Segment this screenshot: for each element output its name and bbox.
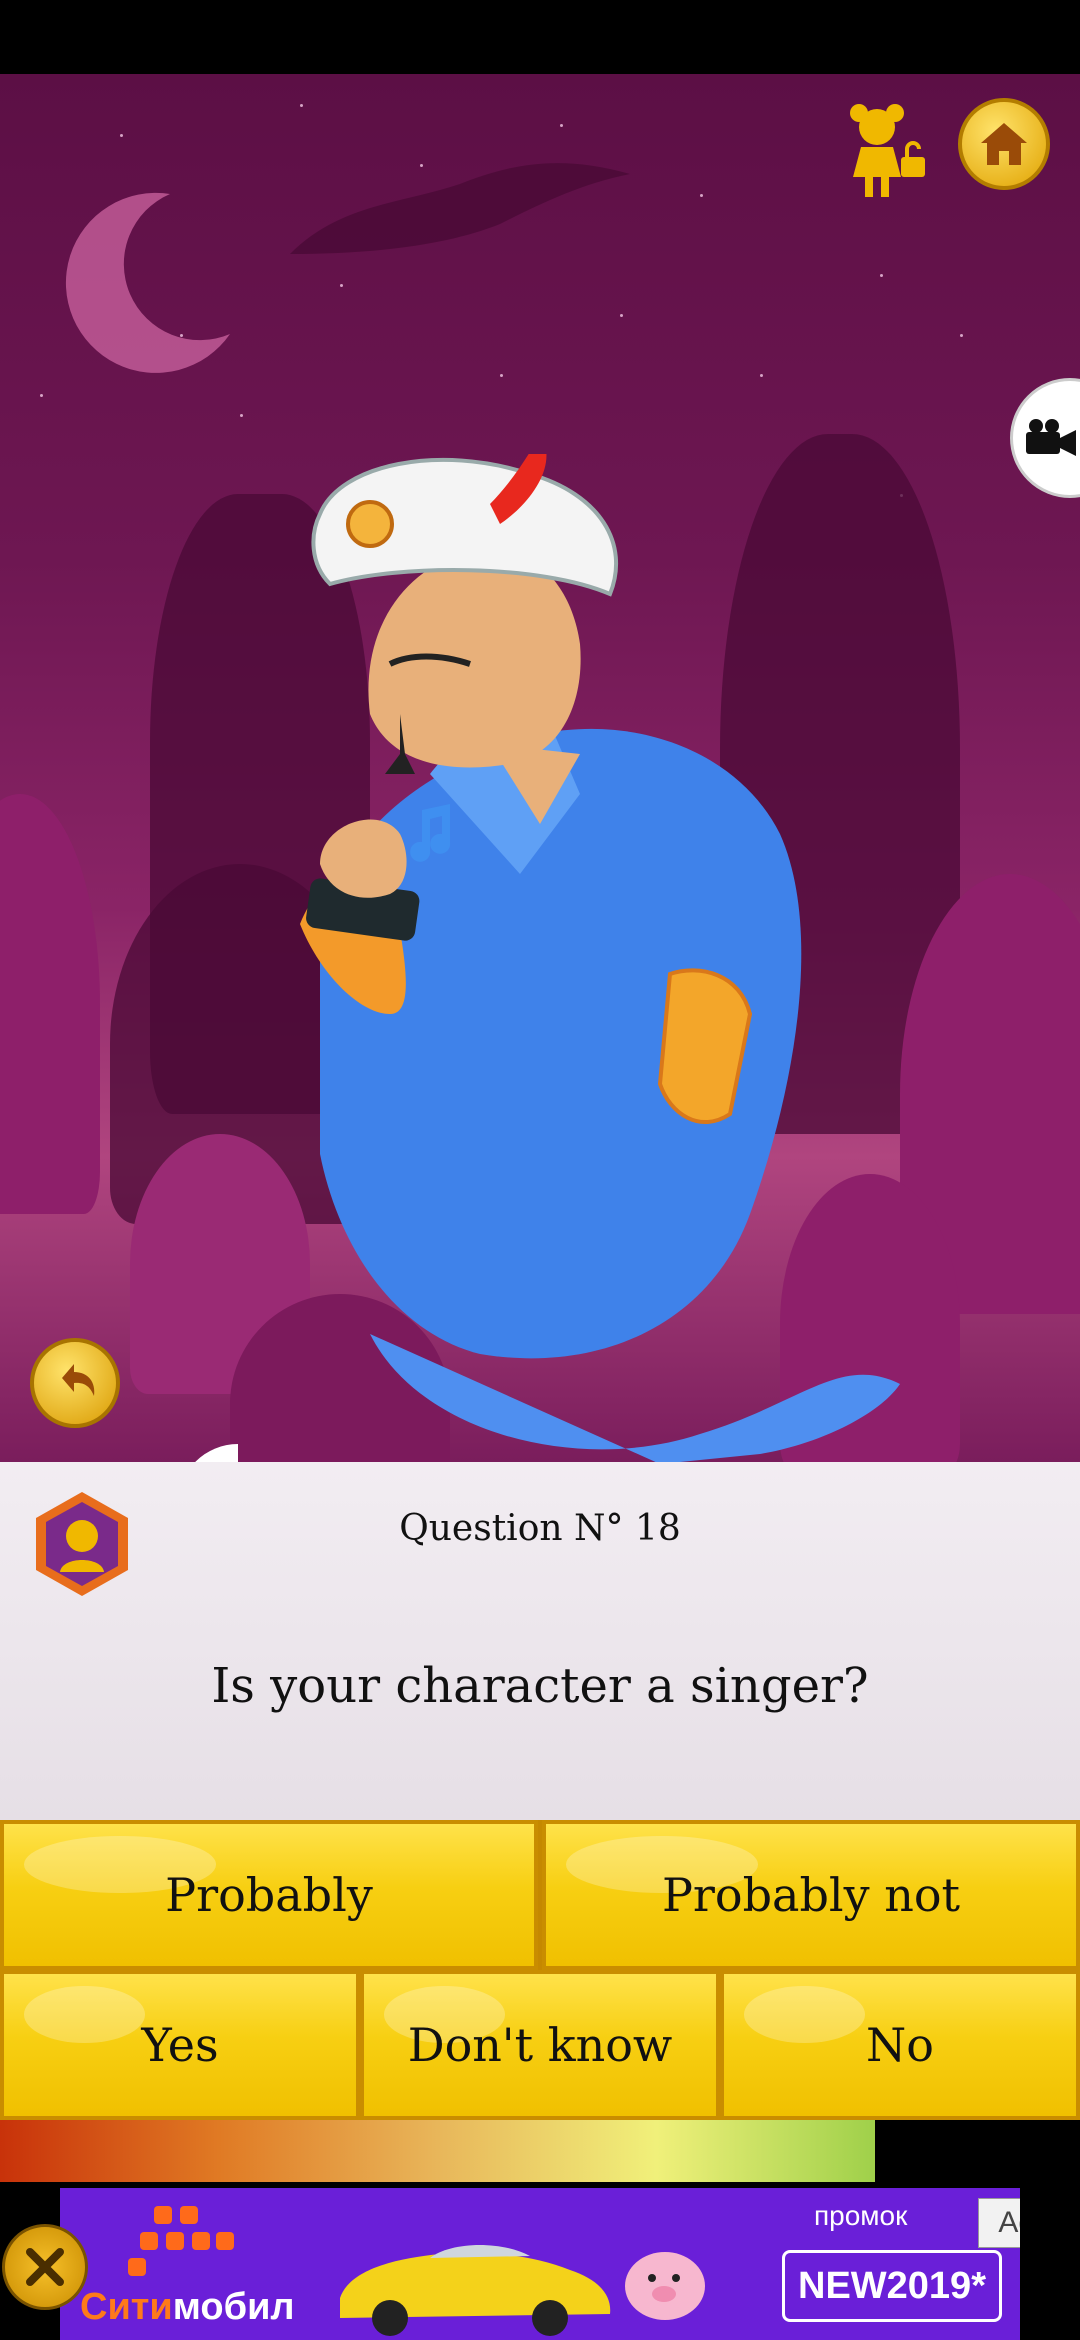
taxi-car-image xyxy=(340,2244,611,2336)
ad-promo-label: промок xyxy=(814,2200,908,2231)
taxi-dots-logo xyxy=(128,2206,234,2276)
dome-left xyxy=(0,794,100,1214)
answer-yes-button[interactable]: Yes xyxy=(0,1970,360,2120)
ad-choices-button[interactable]: Ad ⌄ xyxy=(978,2198,1020,2248)
ad-choices-label: Ad xyxy=(998,2206,1020,2239)
ad-brand-part2: мобил xyxy=(172,2286,295,2328)
question-panel: Question N° 18 Is your character a singe… xyxy=(0,1462,1080,1820)
answer-probably-label: Probably xyxy=(165,1868,373,1922)
genie-scene xyxy=(0,74,1080,1462)
answer-probably-not-button[interactable]: Probably not xyxy=(542,1820,1080,1970)
answer-no-label: No xyxy=(866,2018,934,2072)
answer-yes-label: Yes xyxy=(141,2018,219,2072)
undo-icon xyxy=(62,1364,95,1396)
answer-probably-not-label: Probably not xyxy=(661,1868,961,1922)
status-bar xyxy=(0,0,1080,74)
question-text: Is your character a singer? xyxy=(211,1658,869,1714)
video-camera-icon xyxy=(1026,419,1076,456)
answer-dont-know-label: Don't know xyxy=(407,2018,673,2072)
video-button[interactable] xyxy=(1010,378,1080,498)
crescent-moon xyxy=(65,192,231,373)
flying-silhouette xyxy=(290,163,630,254)
home-icon xyxy=(981,123,1027,165)
music-note-icon xyxy=(410,804,451,862)
answer-probably-button[interactable]: Probably xyxy=(0,1820,538,1970)
ad-brand: Ситимобил xyxy=(80,2286,295,2329)
progress-bar xyxy=(0,2120,1080,2182)
child-lock-button[interactable] xyxy=(830,96,940,206)
ad-banner[interactable]: Ситимобил промок NEW2019* Ad ⌄ xyxy=(60,2188,1020,2340)
speech-bubble-tail xyxy=(178,1444,238,1462)
answer-dont-know-button[interactable]: Don't know xyxy=(360,1970,720,2120)
close-icon xyxy=(26,2248,64,2286)
ad-promo-code: NEW2019* xyxy=(782,2250,1002,2322)
answer-buttons: Probably Probably not Yes Don't know No xyxy=(0,1820,1080,2120)
child-lock-icon xyxy=(850,104,925,197)
ad-brand-part1: Сити xyxy=(80,2286,173,2328)
akinator-genie xyxy=(300,454,900,1462)
answer-no-button[interactable]: No xyxy=(720,1970,1080,2120)
ad-close-button[interactable] xyxy=(2,2224,88,2310)
question-number: Question N° 18 xyxy=(399,1508,681,1549)
piggy-bank-image xyxy=(625,2252,705,2320)
ad-area: Ситимобил промок NEW2019* Ad ⌄ xyxy=(0,2182,1080,2340)
home-button[interactable] xyxy=(958,98,1050,190)
undo-button[interactable] xyxy=(30,1338,120,1428)
progress-fill xyxy=(0,2120,875,2182)
